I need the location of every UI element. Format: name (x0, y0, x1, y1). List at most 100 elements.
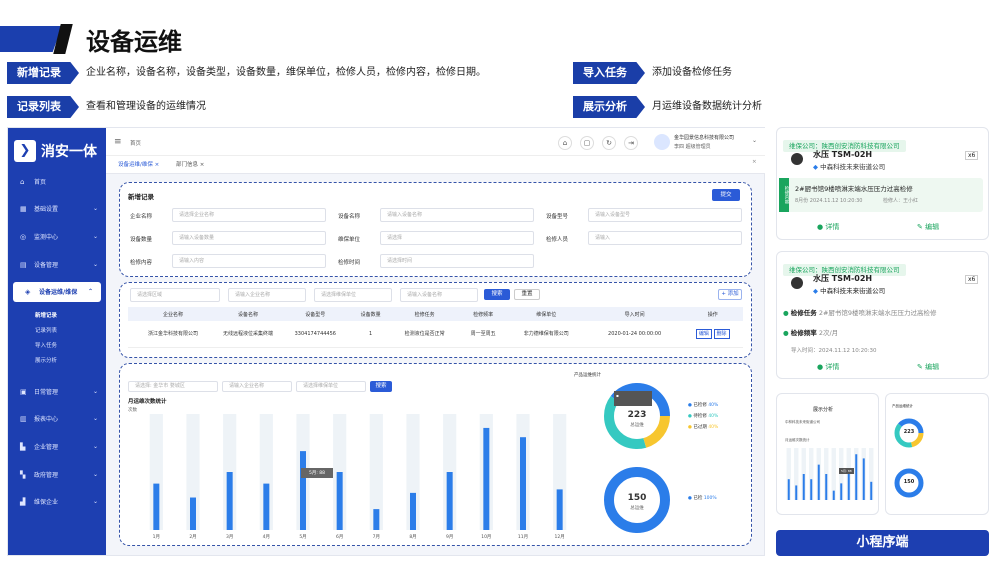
mini-title: 展示分析 (813, 407, 834, 413)
legend-item: ● 已过期 40% (688, 425, 719, 430)
bar (153, 483, 160, 530)
cell: 1 (352, 321, 389, 348)
detail-label: 详情 (825, 363, 840, 371)
task-card[interactable]: 维保公司：陕西创安消防科技有限公司 水压 TSM-02H x6 ◆ 中森科技未来… (776, 251, 989, 379)
maintenance-unit-field[interactable]: 请选择 (380, 231, 534, 245)
sidebar-item-report[interactable]: ▥ 报表中心 ⌄ (8, 409, 106, 429)
field-label: 设备名称 (338, 214, 361, 220)
sub-item-import[interactable]: 导入任务 (35, 341, 57, 349)
mini-screen-chart: 展示分析 中林科技未来街道公司 月运维次数统计 5月: 88 (776, 393, 879, 515)
unit-select[interactable]: 请选择维保单位 (314, 288, 392, 302)
legend-item: ● 已检修 40% (688, 403, 719, 408)
detail-button[interactable]: ● 详情 (817, 362, 839, 372)
company-search[interactable]: 请输入企业名称 (222, 381, 292, 392)
unit-select[interactable]: 请选择维保单位 (296, 381, 366, 392)
search-button[interactable]: 搜索 (370, 381, 392, 392)
field-label: 设备型号 (546, 214, 569, 220)
mini-program-caption: 小程序端 (776, 530, 989, 556)
tag-record-list-desc: 查看和管理设备的运维情况 (86, 101, 206, 112)
sidebar-item-label: 企业管理 (34, 444, 59, 451)
sidebar-item-label: 首页 (34, 179, 47, 186)
sidebar-item-home[interactable]: ⌂ 首页 (8, 172, 106, 192)
device-search[interactable]: 请输入设备名称 (400, 288, 478, 302)
x-tick-label: 7月 (373, 534, 380, 540)
task-tag: 检修内容 (779, 178, 789, 212)
region-select[interactable]: 请选择: 金华市 婺城区 (128, 381, 218, 392)
tag-analysis-desc: 月运维设备数据统计分析 (652, 101, 762, 112)
chevron-up-icon: ⌃ (87, 288, 93, 295)
sidebar-item-company[interactable]: ▟ 维保企业 ⌄ (8, 492, 106, 512)
submit-button[interactable]: 提交 (712, 189, 740, 201)
maintenance-card[interactable]: 维保公司：陕西创安消防科技有限公司 水压 TSM-02H x6 ◆ 中森科技未来… (776, 127, 989, 240)
refresh-icon[interactable]: ↻ (602, 136, 616, 150)
menu-icon[interactable]: ≡ (114, 137, 122, 147)
tab-department[interactable]: 部门信息 × (176, 160, 204, 168)
sub-item-add[interactable]: 新增记录 (35, 311, 57, 319)
device-count: x6 (965, 275, 979, 284)
record-list-panel: 请选择区域 请输入企业名称 请选择维保单位 请输入设备名称 搜索 重置 + 添加… (119, 282, 752, 358)
legend-pct: 40% (708, 425, 719, 430)
actions-cell: 编辑 删除 (682, 321, 743, 348)
sidebar-item-label: 设备管理 (34, 262, 59, 269)
tag-add-record: 新增记录 (7, 62, 79, 84)
reset-button[interactable]: 重置 (514, 289, 540, 300)
edit-button[interactable]: 编辑 (695, 329, 712, 340)
bar (556, 489, 563, 530)
column-header: 设备型号 (278, 307, 353, 321)
tab-maintenance[interactable]: 设备运维/维保 × (118, 160, 159, 168)
task-person: 检修人：王小红 (883, 198, 919, 204)
sub-item-analysis[interactable]: 展示分析 (35, 356, 57, 364)
detail-button[interactable]: ● 详情 (817, 222, 839, 232)
date-field[interactable]: 请选择时间 (380, 254, 534, 268)
donut-title: 产品运维统计 (574, 373, 601, 378)
calendar-icon: ▣ (20, 388, 27, 396)
inspector-field[interactable]: 请输入 (588, 231, 742, 245)
device-name-field[interactable]: 请输入设备名称 (380, 208, 534, 222)
search-button[interactable]: 搜索 (484, 289, 510, 300)
tag-add-record-desc: 企业名称，设备名称，设备类型，设备数量，维保单位，检修人员，检修内容，检修日期。 (86, 67, 486, 78)
shield-icon: ◈ (25, 288, 31, 296)
sidebar-item-enterprise[interactable]: ▙ 企业管理 ⌄ (8, 437, 106, 457)
sidebar-item-monitor[interactable]: ◎ 监测中心 ⌄ (8, 227, 106, 247)
sidebar-item-daily[interactable]: ▣ 日常管理 ⌄ (8, 382, 106, 402)
company-search[interactable]: 请输入企业名称 (228, 288, 306, 302)
bar (446, 472, 453, 530)
edit-label: 编辑 (925, 363, 940, 371)
company-field[interactable]: 请选择企业名称 (172, 208, 326, 222)
sidebar-item-label: 维保企业 (34, 499, 59, 506)
exit-icon[interactable]: ⇥ (624, 136, 638, 150)
content-field[interactable]: 请输入内容 (172, 254, 326, 268)
add-button[interactable]: + 添加 (718, 289, 742, 300)
sidebar-item-gov[interactable]: ▚ 政府管理 ⌄ (8, 465, 106, 485)
gauge-icon (791, 277, 803, 289)
edit-label: 编辑 (925, 223, 940, 231)
close-icon[interactable]: × (752, 159, 757, 165)
field-label: 检修时间 (338, 260, 361, 266)
home-icon[interactable]: ⌂ (558, 136, 572, 150)
bar (795, 485, 798, 500)
delete-button[interactable]: 删除 (713, 329, 730, 340)
tab-label: 部门信息 (176, 162, 199, 168)
device-count-field[interactable]: 请输入设备数量 (172, 231, 326, 245)
chevron-down-icon: ⌄ (92, 443, 98, 450)
column-header: 设备数量 (352, 307, 389, 321)
device-model-field[interactable]: 请输入设备型号 (588, 208, 742, 222)
chevron-down-icon[interactable]: ⌄ (752, 137, 757, 144)
lock-icon[interactable]: ▢ (580, 136, 594, 150)
sidebar-item-device[interactable]: ▤ 设备管理 ⌄ (8, 255, 106, 275)
company-name: 金华园景信息科技有限公司 (674, 135, 735, 141)
avatar[interactable] (654, 134, 670, 150)
sidebar-item-settings[interactable]: ▦ 基础设置 ⌄ (8, 199, 106, 219)
sub-item-list[interactable]: 记录列表 (35, 326, 57, 334)
sidebar-item-maintenance[interactable]: ◈ 设备运维/维保 ⌃ (13, 282, 101, 302)
cell: 2020-01-24 00:00:00 (586, 321, 683, 348)
bar-chart: 1月 2月 3月 4月 5月 6月 7月 8月 9月 10月 11月 12月 (149, 414, 567, 540)
edit-button[interactable]: ✎ 编辑 (917, 222, 939, 232)
region-select[interactable]: 请选择区域 (130, 288, 220, 302)
x-tick-label: 6月 (336, 534, 343, 540)
edit-button[interactable]: ✎ 编辑 (917, 362, 939, 372)
analysis-panel: 请选择: 金华市 婺城区 请输入企业名称 请选择维保单位 搜索 月运维次数统计 … (119, 363, 752, 546)
bar (483, 427, 490, 530)
user-name: 李四 超级管理员 (674, 144, 711, 150)
chart-tooltip: 5月: 88 (301, 468, 334, 478)
